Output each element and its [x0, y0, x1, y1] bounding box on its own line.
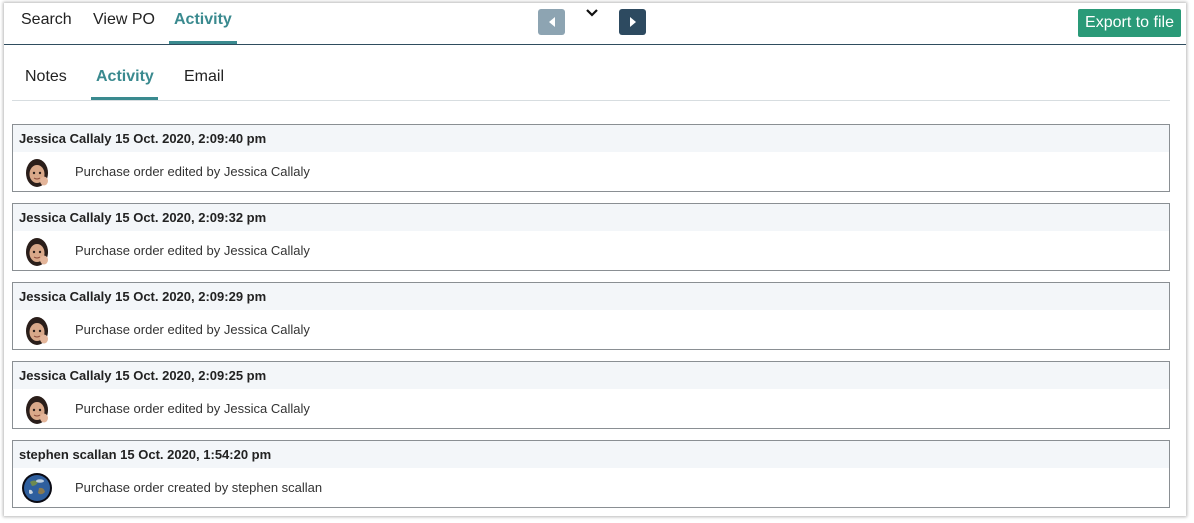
activity-description: Purchase order edited by Jessica Callaly: [75, 322, 310, 337]
top-tab-bar: Search View PO Activity Export to file: [4, 3, 1186, 45]
tab-activity-sub[interactable]: Activity: [96, 68, 154, 86]
tab-view-po[interactable]: View PO: [93, 11, 155, 29]
activity-entry: Jessica Callaly 15 Oct. 2020, 2:09:29 pm…: [12, 282, 1170, 350]
activity-header: Jessica Callaly 15 Oct. 2020, 2:09:32 pm: [13, 204, 1169, 231]
caret-left-icon: [548, 17, 555, 27]
activity-header: Jessica Callaly 15 Oct. 2020, 2:09:25 pm: [13, 362, 1169, 389]
activity-entry: Jessica Callaly 15 Oct. 2020, 2:09:40 pm…: [12, 124, 1170, 192]
activity-sub-tab-bar: Notes Activity Email: [12, 58, 1170, 101]
activity-header: Jessica Callaly 15 Oct. 2020, 2:09:40 pm: [13, 125, 1169, 152]
tab-notes[interactable]: Notes: [25, 68, 67, 86]
tab-activity[interactable]: Activity: [174, 11, 232, 29]
activity-entry: stephen scallan 15 Oct. 2020, 1:54:20 pm…: [12, 440, 1170, 508]
tab-search[interactable]: Search: [21, 11, 72, 29]
memoji-avatar-icon: [26, 395, 48, 424]
tab-email[interactable]: Email: [184, 68, 224, 86]
earth-avatar-icon: [22, 472, 52, 503]
active-tab-indicator: [169, 41, 237, 44]
activity-entry: Jessica Callaly 15 Oct. 2020, 2:09:25 pm…: [12, 361, 1170, 429]
activity-description: Purchase order edited by Jessica Callaly: [75, 243, 310, 258]
chevron-down-icon[interactable]: [582, 5, 602, 21]
activity-header: stephen scallan 15 Oct. 2020, 1:54:20 pm: [13, 441, 1169, 468]
activity-panel: Search View PO Activity Export to file N…: [4, 3, 1186, 516]
previous-button[interactable]: [538, 9, 565, 35]
memoji-avatar-icon: [26, 237, 48, 266]
activity-description: Purchase order created by stephen scalla…: [75, 480, 323, 495]
memoji-avatar-icon: [26, 316, 48, 345]
export-to-file-button[interactable]: Export to file: [1078, 9, 1181, 37]
activity-header: Jessica Callaly 15 Oct. 2020, 2:09:29 pm: [13, 283, 1169, 310]
active-sub-tab-indicator: [91, 97, 158, 100]
activity-description: Purchase order edited by Jessica Callaly: [75, 401, 310, 416]
memoji-avatar-icon: [26, 158, 48, 187]
activity-entry: Jessica Callaly 15 Oct. 2020, 2:09:32 pm…: [12, 203, 1170, 271]
next-button[interactable]: [619, 9, 646, 35]
caret-right-icon: [629, 17, 636, 27]
activity-description: Purchase order edited by Jessica Callaly: [75, 164, 310, 179]
